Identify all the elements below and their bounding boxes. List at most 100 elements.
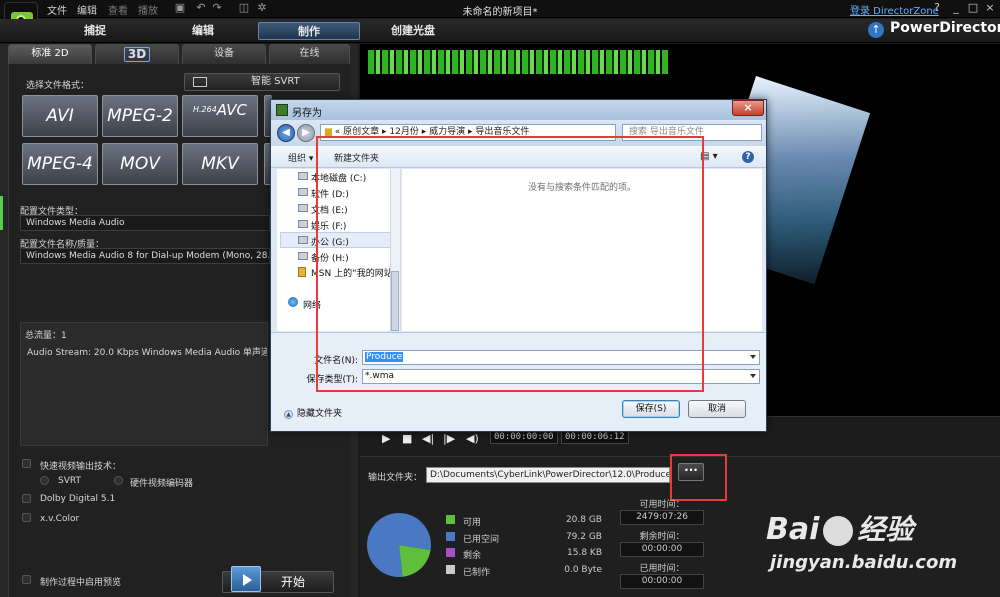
brand-name: PowerDirector <box>890 20 1000 36</box>
drive-icon <box>298 236 308 244</box>
xvcolor-checkbox[interactable] <box>22 513 31 522</box>
format-mkv-button[interactable]: MKV <box>182 143 258 185</box>
disk-usage-pie-chart <box>367 513 431 577</box>
next-frame-icon[interactable]: |▶ <box>443 432 455 445</box>
play-icon[interactable]: ▶ <box>382 432 390 445</box>
baidu-watermark-url: jingyan.baidu.com <box>770 552 958 573</box>
menu-play[interactable]: 播放 <box>138 2 158 17</box>
legend-value-remaining: 15.8 KB <box>567 548 602 558</box>
mode-capture[interactable]: 捕捉 <box>60 22 130 40</box>
legend-value-produced: 0.0 Byte <box>564 565 602 575</box>
forward-arrow-icon[interactable]: ▶ <box>297 124 315 142</box>
select-format-label: 选择文件格式： <box>26 81 90 91</box>
svrt-radio[interactable] <box>40 476 49 485</box>
redo-icon[interactable]: ↷ <box>211 2 223 14</box>
used-time-value: 00:00:00 <box>620 574 704 589</box>
cancel-button[interactable]: 取消 <box>688 400 746 418</box>
hw-encoder-label: 硬件视频编码器 <box>130 479 194 489</box>
drive-icon <box>298 188 308 196</box>
available-time-label: 可用时间： <box>639 500 685 510</box>
total-timecode: 00:00:06:12 <box>561 431 629 444</box>
dialog-title-bar <box>271 100 766 120</box>
close-button[interactable]: × <box>982 1 998 15</box>
maximize-button[interactable]: □ <box>965 1 981 15</box>
format-mov-button[interactable]: MOV <box>102 143 178 185</box>
help-icon[interactable]: ? <box>742 151 754 163</box>
drive-icon <box>298 220 308 228</box>
tab-standard-2d[interactable]: 标准 2D <box>8 44 92 64</box>
undo-icon[interactable]: ↶ <box>195 2 207 14</box>
legend-label-used: 已用空间 <box>463 535 500 545</box>
format-mpeg2-button[interactable]: MPEG-2 <box>102 95 178 137</box>
dialog-close-button[interactable]: × <box>732 100 764 116</box>
tab-device[interactable]: 设备 <box>182 44 266 64</box>
active-indicator <box>0 196 3 230</box>
network-icon <box>288 297 298 307</box>
format-avi-button[interactable]: AVI <box>22 95 98 137</box>
stop-icon[interactable]: ■ <box>402 432 412 445</box>
chevron-down-icon[interactable] <box>750 355 756 359</box>
dolby-label: Dolby Digital 5.1 <box>40 494 116 504</box>
svrt-icon <box>193 77 207 87</box>
drive-icon <box>298 172 308 180</box>
save-icon[interactable]: ▣ <box>174 2 186 14</box>
folder-icon <box>298 267 306 277</box>
profile-name-select[interactable]: Windows Media Audio 8 for Dial-up Modem … <box>20 248 270 264</box>
start-button[interactable]: 开始 <box>222 566 334 593</box>
remaining-time-label: 剩余时间： <box>639 532 685 542</box>
output-path-field[interactable]: D:\Documents\CyberLink\PowerDirector\12.… <box>426 467 670 483</box>
volume-icon[interactable]: ◀) <box>466 432 479 445</box>
format-avc-button[interactable]: H.264AVC <box>182 95 258 137</box>
hw-encoder-radio[interactable] <box>114 476 123 485</box>
highlight-dialog-annotation <box>316 136 704 392</box>
highlight-browse-annotation <box>670 454 727 501</box>
tab-3d[interactable]: 3D <box>95 44 179 64</box>
profile-type-select[interactable]: Windows Media Audio <box>20 215 270 231</box>
output-folder-label: 输出文件夹： <box>368 473 423 483</box>
clapper-play-icon <box>231 566 261 592</box>
legend-label-produced: 已制作 <box>463 568 491 578</box>
menu-file[interactable]: 文件 <box>47 2 67 17</box>
format-mpeg4-button[interactable]: MPEG-4 <box>22 143 98 185</box>
mode-produce[interactable]: 制作 <box>258 22 360 40</box>
minimize-button[interactable]: _ <box>948 1 964 15</box>
pie-slice-0 <box>399 545 431 577</box>
legend-swatch-used <box>446 532 455 541</box>
baidu-watermark-logo: Bai 经验 <box>766 512 914 547</box>
settings-icon[interactable]: ✲ <box>256 2 268 14</box>
save-button[interactable]: 保存(S) <box>622 400 680 418</box>
mode-create-disc[interactable]: 创建光盘 <box>378 22 448 40</box>
drive-icon <box>298 204 308 212</box>
back-arrow-icon[interactable]: ◀ <box>277 124 295 142</box>
drive-icon <box>298 252 308 260</box>
legend-swatch-produced <box>446 565 455 574</box>
tab-online[interactable]: 在线 <box>269 44 350 64</box>
hide-folders-toggle[interactable]: ▲ 隐藏文件夹 <box>284 406 342 419</box>
menu-edit[interactable]: 编辑 <box>77 2 97 17</box>
snapshot-icon[interactable]: ◫ <box>238 2 250 14</box>
legend-swatch-remaining <box>446 548 455 557</box>
xvcolor-label: x.v.Color <box>40 514 80 524</box>
preview-title-overlay <box>368 50 668 74</box>
smart-svrt-button[interactable]: 智能 SVRT <box>184 73 340 91</box>
menu-view[interactable]: 查看 <box>108 2 128 17</box>
mode-edit[interactable]: 编辑 <box>168 22 238 40</box>
remaining-time-value: 00:00:00 <box>620 542 704 557</box>
help-button[interactable]: ? <box>929 1 945 15</box>
fast-render-label: 快速视频输出技术： <box>40 462 122 472</box>
paw-icon <box>823 515 854 546</box>
used-time-label: 已用时间： <box>639 564 685 574</box>
previous-frame-icon[interactable]: ◀| <box>422 432 434 445</box>
legend-swatch-available <box>446 515 455 524</box>
login-directorzone-link[interactable]: 登录 DirectorZone <box>850 2 939 17</box>
fast-render-checkbox[interactable] <box>22 459 31 468</box>
available-time-value: 2479:07:26 <box>620 510 704 525</box>
current-timecode: 00:00:00:00 <box>490 431 558 444</box>
organize-menu[interactable]: 组织 ▾ <box>288 151 313 164</box>
total-streams-text: 总流量：1 <box>25 331 67 341</box>
dolby-checkbox[interactable] <box>22 494 31 503</box>
chevron-down-icon[interactable] <box>750 374 756 378</box>
legend-value-available: 20.8 GB <box>565 515 602 525</box>
preview-during-checkbox[interactable] <box>22 575 31 584</box>
app-icon <box>276 104 288 116</box>
